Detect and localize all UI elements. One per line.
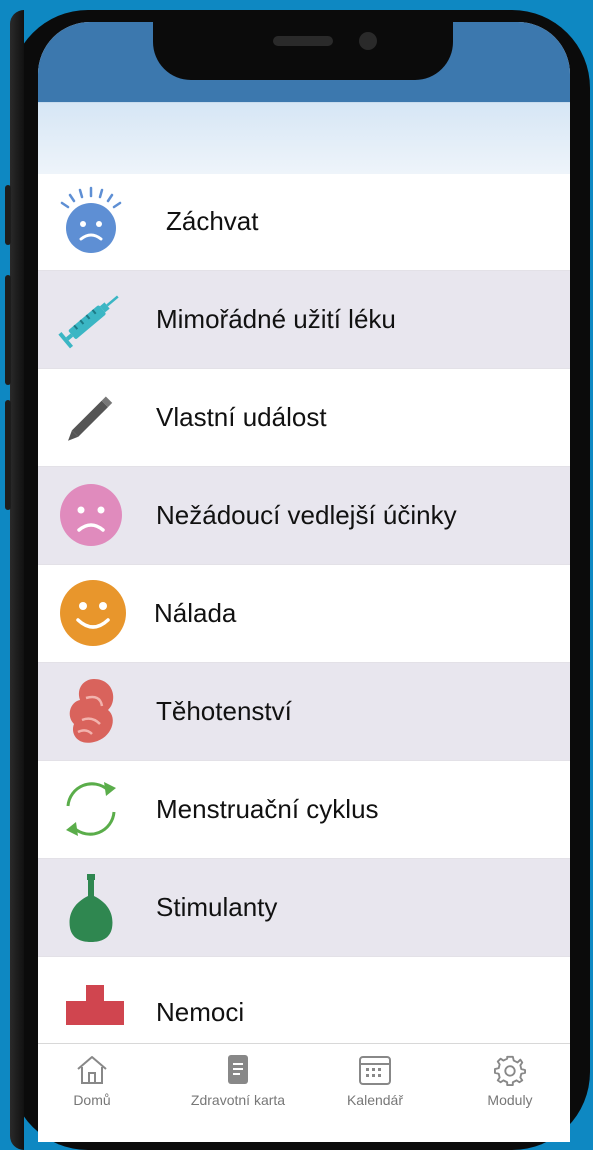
speaker-grille [273,36,333,46]
embryo-icon [56,676,126,746]
list-item-stimulants[interactable]: Stimulanty [38,859,570,957]
tab-calendar[interactable]: Kalendář [330,1054,420,1108]
home-icon [77,1056,107,1084]
navigation-header [38,102,570,174]
list-item-custom-event[interactable]: Vlastní událost [38,369,570,467]
tab-home[interactable]: Domů [62,1054,122,1108]
screen: Záchvat Mimořádné užití léku Vlastní udá… [38,22,570,1142]
list-item-label: Nežádoucí vedlejší účinky [156,500,457,530]
tab-label: Zdravotní karta [190,1092,286,1108]
list-item-side-effects[interactable]: Nežádoucí vedlejší účinky [38,467,570,565]
list-item-label: Mimořádné užití léku [156,304,396,334]
list-item-pregnancy[interactable]: Těhotenství [38,663,570,761]
event-type-list: Záchvat Mimořádné užití léku Vlastní udá… [38,173,570,1055]
cycle-arrows-icon [56,774,126,844]
document-icon [228,1055,248,1084]
tab-health-card[interactable]: Zdravotní karta [178,1054,298,1108]
list-item-label: Stimulanty [156,892,278,922]
mute-switch [5,185,11,245]
calendar-icon [359,1056,391,1085]
seizure-face-icon [56,186,126,256]
list-item-label: Záchvat [166,206,259,236]
list-item-mood[interactable]: Nálada [38,565,570,663]
volume-up-button [5,275,11,385]
smile-face-icon [58,578,128,648]
notch [153,22,453,80]
pencil-icon [56,382,126,452]
list-item-label: Nálada [154,598,237,628]
list-item-seizure[interactable]: Záchvat [38,173,570,271]
volume-down-button [5,400,11,510]
list-item-label: Vlastní událost [156,402,327,432]
list-item-extra-medication[interactable]: Mimořádné užití léku [38,271,570,369]
gear-icon [494,1055,526,1086]
phone-side-edge [10,10,24,1150]
tab-modules[interactable]: Moduly [478,1054,542,1108]
tab-bar: Domů Zdravotní karta Kalendář Moduly [38,1043,570,1142]
sad-face-icon [56,480,126,550]
list-item-menstrual-cycle[interactable]: Menstruační cyklus [38,761,570,859]
list-item-label: Menstruační cyklus [156,794,379,824]
syringe-icon [56,284,126,354]
front-camera [359,32,377,50]
list-item-illnesses[interactable]: Nemoci [38,957,570,1055]
tab-label: Domů [73,1092,111,1108]
bottle-icon [56,872,126,942]
list-item-label: Těhotenství [156,696,292,726]
tab-label: Kalendář [346,1092,404,1108]
tab-label: Moduly [487,1092,533,1108]
